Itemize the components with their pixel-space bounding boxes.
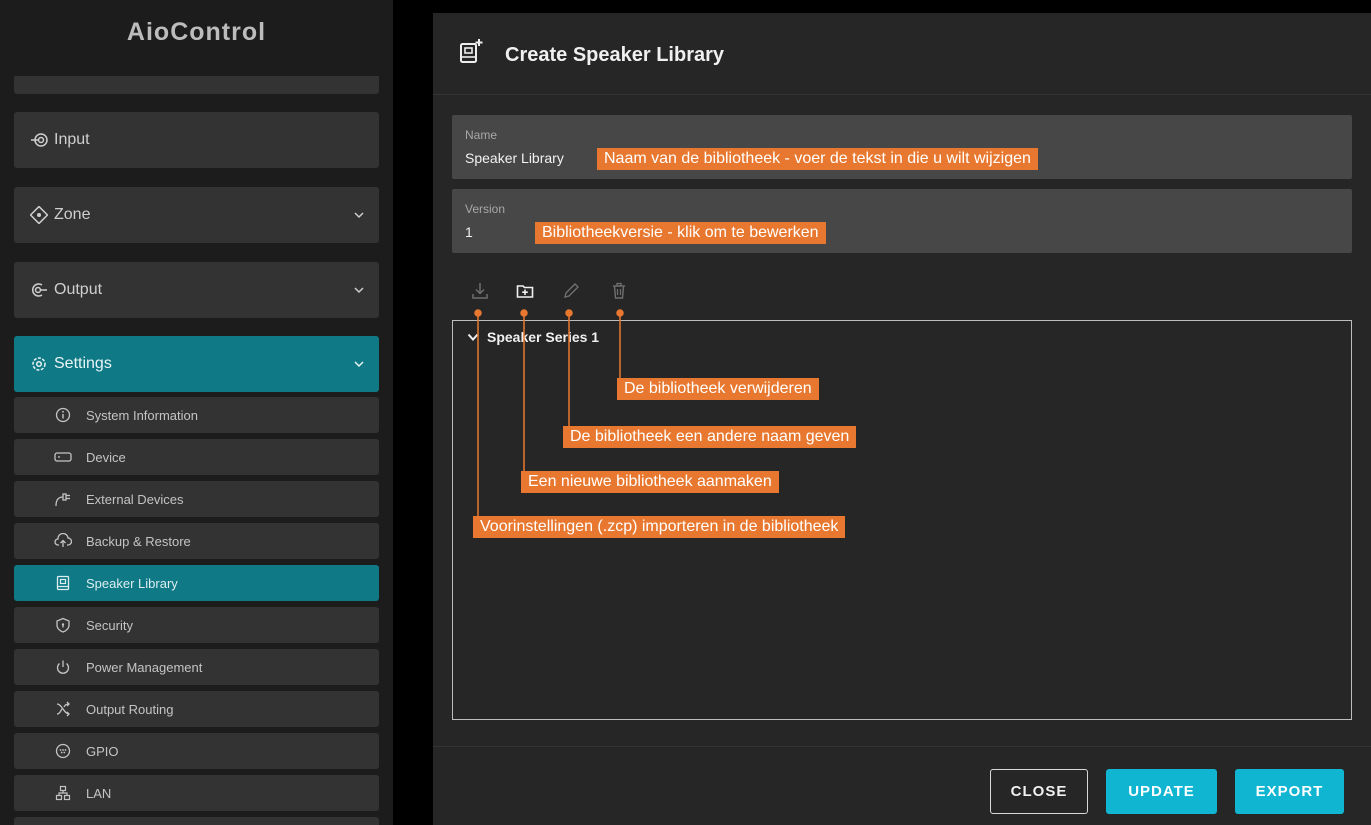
sidebar-item-output-routing[interactable]: Output Routing [14,691,379,727]
sidebar-item-speaker-library[interactable]: Speaker Library [14,565,379,601]
sidebar-item-settings[interactable]: Settings [14,336,379,392]
create-speaker-library-dialog: Create Speaker Library Name Speaker Libr… [433,13,1371,825]
power-icon [54,658,72,676]
sidebar-item-gpio[interactable]: GPIO [14,733,379,769]
output-icon [30,281,48,299]
sidebar-item-label: External Devices [86,491,184,507]
sidebar-item-zone[interactable]: Zone [14,187,379,243]
name-field-label: Name [465,128,498,142]
input-icon [30,131,48,149]
sidebar-item-label: Security [86,617,133,633]
sidebar-item-label: GPIO [86,743,119,759]
chevron-down-icon[interactable] [353,358,365,370]
cloud-upload-icon [54,532,72,550]
sidebar-item-backup-restore[interactable]: Backup & Restore [14,523,379,559]
sidebar-item-label: Speaker Library [86,575,178,591]
sidebar-item-device[interactable]: Device [14,439,379,475]
sidebar-item-input[interactable]: Input [14,112,379,168]
import-icon[interactable] [470,281,490,301]
gear-icon [30,355,48,373]
annotation-version: Bibliotheekversie - klik om te bewerken [535,222,826,244]
sidebar-item-label: Output Routing [86,701,174,717]
dialog-title: Create Speaker Library [505,44,725,66]
pencil-icon[interactable] [561,281,581,301]
network-icon [54,784,72,802]
book-icon [54,574,72,592]
chevron-down-icon[interactable] [467,331,479,343]
plug-icon [54,490,72,508]
tree-item[interactable]: Speaker Series 1 [467,329,599,345]
sidebar-item-label: Zone [54,206,91,223]
update-button[interactable]: UPDATE [1106,769,1217,814]
sidebar-item-label: LAN [86,785,112,801]
shuffle-icon [54,700,72,718]
sidebar-item-label: System Information [86,407,198,423]
name-field-value[interactable]: Speaker Library [465,150,564,166]
sidebar-item-lan[interactable]: LAN [14,775,379,811]
version-field-value[interactable]: 1 [465,224,473,240]
annotation-name: Naam van de bibliotheek - voer de tekst … [597,148,1038,170]
chevron-down-icon[interactable] [353,209,365,221]
export-button[interactable]: EXPORT [1235,769,1344,814]
dialog-header: Create Speaker Library [433,13,1371,95]
info-icon [54,406,72,424]
sidebar-item-label: Power Management [86,659,203,675]
sidebar-item-system-information[interactable]: System Information [14,397,379,433]
tree-item-label: Speaker Series 1 [487,329,600,345]
sidebar-item-label: Input [54,131,90,148]
annotation-rename: De bibliotheek een andere naam geven [563,426,857,448]
sidebar-item-label: Settings [54,355,112,372]
version-field-label: Version [465,202,506,216]
annotation-import: Voorinstellingen (.zcp) importeren in de… [473,516,846,538]
sidebar-item-label: Device [86,449,126,465]
zone-icon [30,206,48,224]
sidebar-item-security[interactable]: Security [14,607,379,643]
gpio-icon [54,742,72,760]
sidebar-item-output[interactable]: Output [14,262,379,318]
dialog-footer [433,746,1371,825]
annotation-new: Een nieuwe bibliotheek aanmaken [521,471,779,493]
chevron-down-icon[interactable] [353,284,365,296]
sidebar-top-stub [14,76,379,94]
sidebar-item-label: Backup & Restore [86,533,191,549]
device-icon [54,448,72,466]
close-button[interactable]: CLOSE [990,769,1088,814]
app-logo: AioControl [126,18,267,46]
add-library-icon [459,38,483,64]
shield-icon [54,616,72,634]
sidebar-item-power-management[interactable]: Power Management [14,649,379,685]
trash-icon[interactable] [609,281,629,301]
sidebar-item-label: Output [54,281,103,298]
sidebar-item-external-devices[interactable]: External Devices [14,481,379,517]
sidebar: AioControl Input Zone Output Settings Sy… [0,0,393,825]
annotation-delete: De bibliotheek verwijderen [617,378,819,400]
sidebar-item-more[interactable] [14,817,379,825]
new-folder-icon[interactable] [515,281,535,301]
